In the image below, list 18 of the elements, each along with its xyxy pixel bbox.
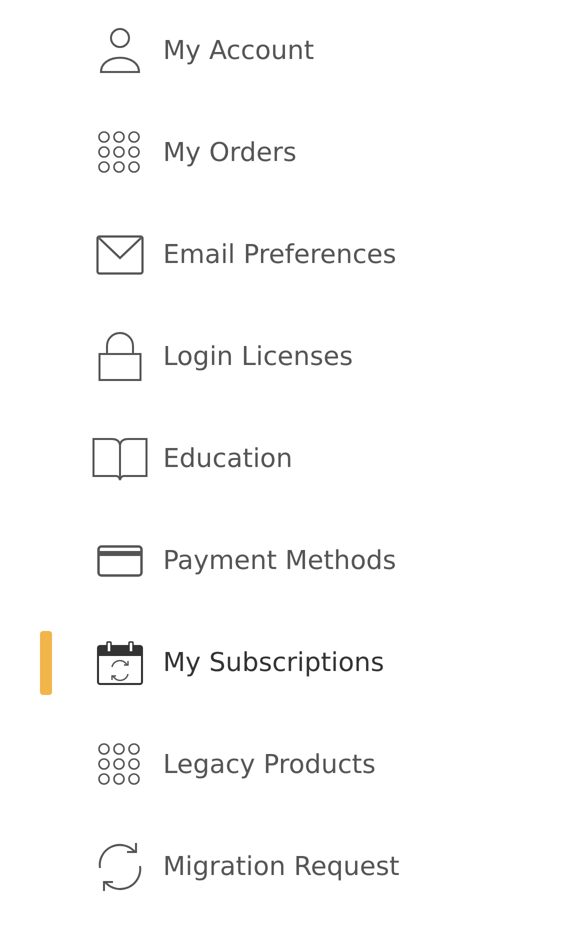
- menu-item[interactable]: Legacy Products: [0, 714, 572, 816]
- grid-icon: [98, 743, 142, 787]
- menu-item[interactable]: Migration Request: [0, 816, 572, 918]
- book-icon: [92, 437, 148, 481]
- menu-item[interactable]: Payment Methods: [0, 510, 572, 612]
- menu-item[interactable]: My Account: [0, 0, 572, 102]
- lock-icon: [98, 332, 142, 382]
- credit-card-icon: [97, 545, 143, 577]
- menu-item[interactable]: Email Preferences: [0, 204, 572, 306]
- menu-item[interactable]: My Subscriptions: [0, 612, 572, 714]
- person-icon: [99, 27, 141, 75]
- selection-indicator: [40, 631, 52, 695]
- menu-item[interactable]: My Orders: [0, 102, 572, 204]
- menu-item[interactable]: Login Licenses: [0, 306, 572, 408]
- mail-icon: [96, 235, 144, 275]
- menu-item[interactable]: Education: [0, 408, 572, 510]
- grid-icon: [98, 131, 142, 175]
- calendar-icon: [97, 641, 143, 685]
